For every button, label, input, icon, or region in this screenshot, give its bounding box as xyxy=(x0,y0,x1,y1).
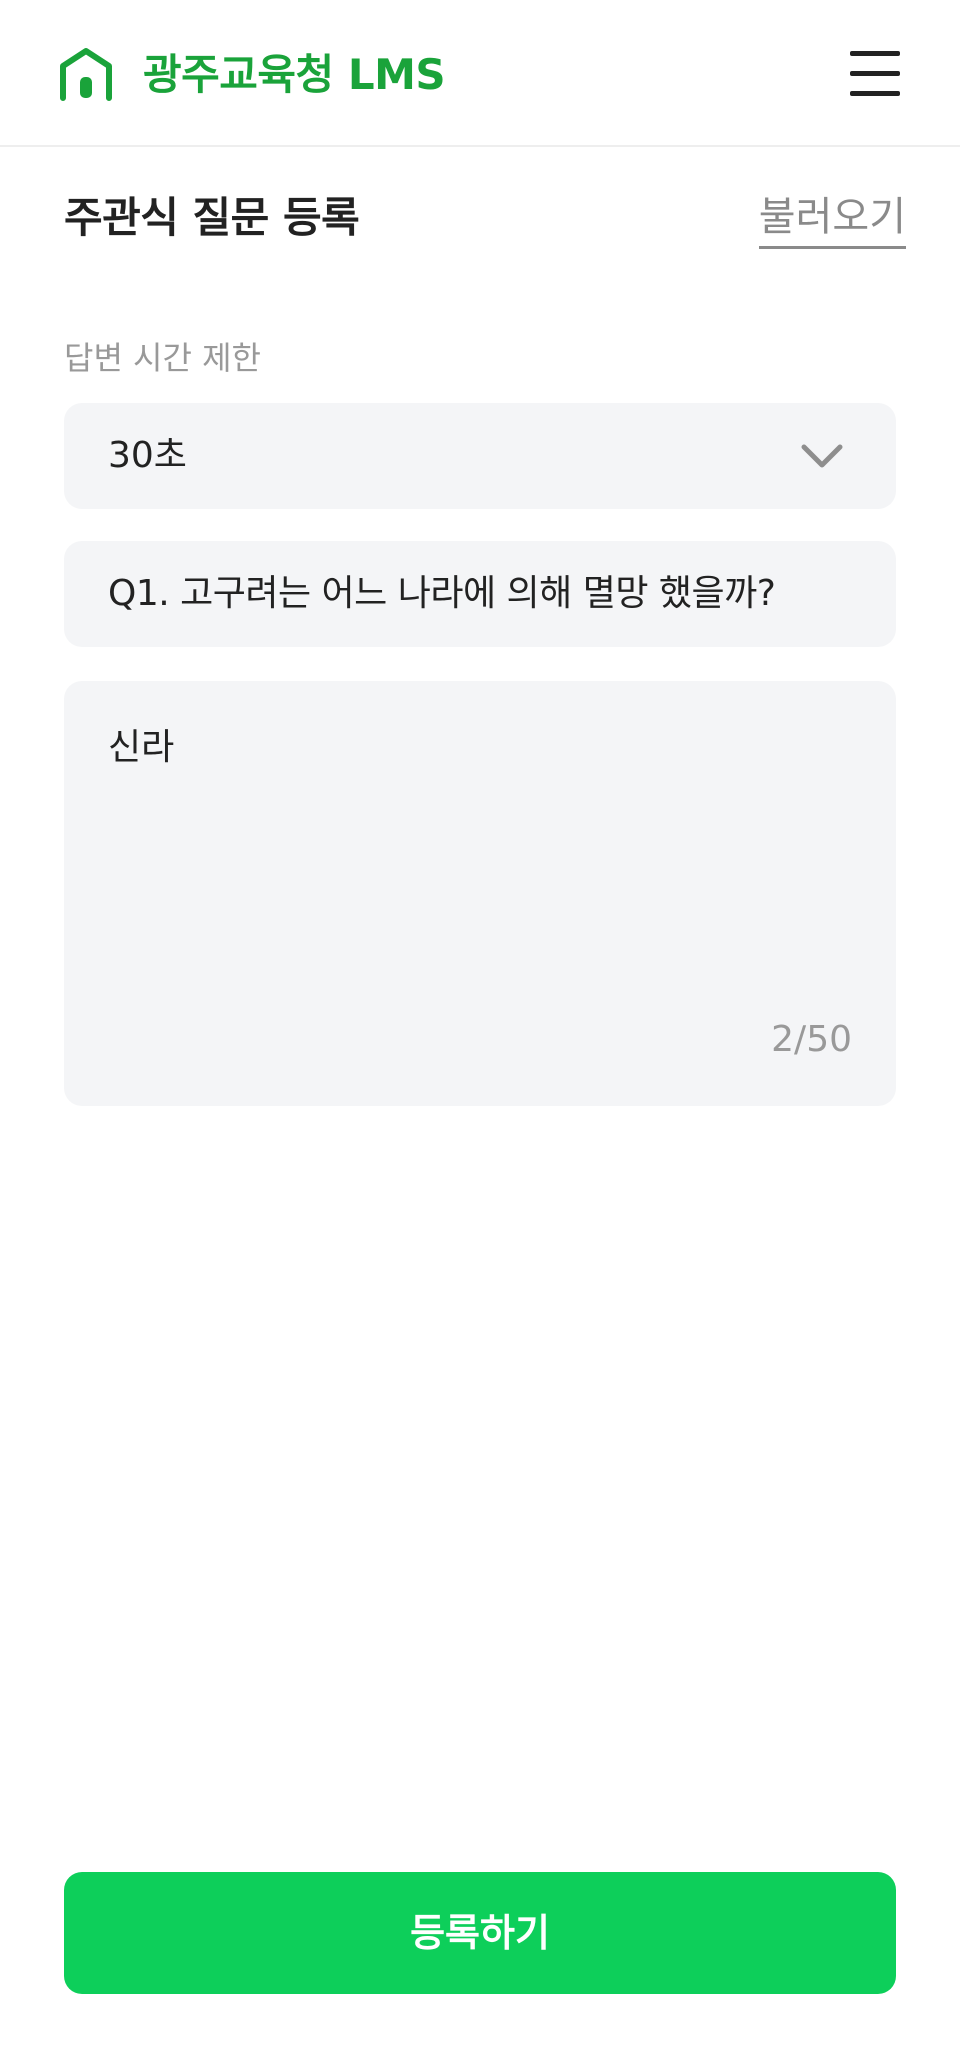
time-limit-label: 답변 시간 제한 xyxy=(64,339,261,377)
chevron-down-icon xyxy=(801,444,843,468)
page-title: 주관식 질문 등록 xyxy=(64,193,360,242)
hamburger-menu-icon[interactable] xyxy=(848,48,904,100)
app-title: 광주교육청 LMS xyxy=(143,50,446,99)
submit-button[interactable]: 등록하기 xyxy=(64,1872,896,1994)
answer-text: 신라 xyxy=(108,727,175,768)
time-limit-selected-value: 30초 xyxy=(108,435,187,476)
time-limit-select[interactable]: 30초 xyxy=(64,403,896,509)
home-icon[interactable] xyxy=(58,47,114,101)
question-text: Q1. 고구려는 어느 나라에 의해 멸망 했을까? xyxy=(108,573,776,614)
load-link[interactable]: 불러오기 xyxy=(758,190,906,249)
question-input[interactable]: Q1. 고구려는 어느 나라에 의해 멸망 했을까? xyxy=(64,541,896,647)
answer-textarea[interactable]: 신라 2/50 xyxy=(64,681,896,1106)
char-count: 2/50 xyxy=(771,1019,852,1060)
app-header: 광주교육청 LMS xyxy=(0,0,960,147)
